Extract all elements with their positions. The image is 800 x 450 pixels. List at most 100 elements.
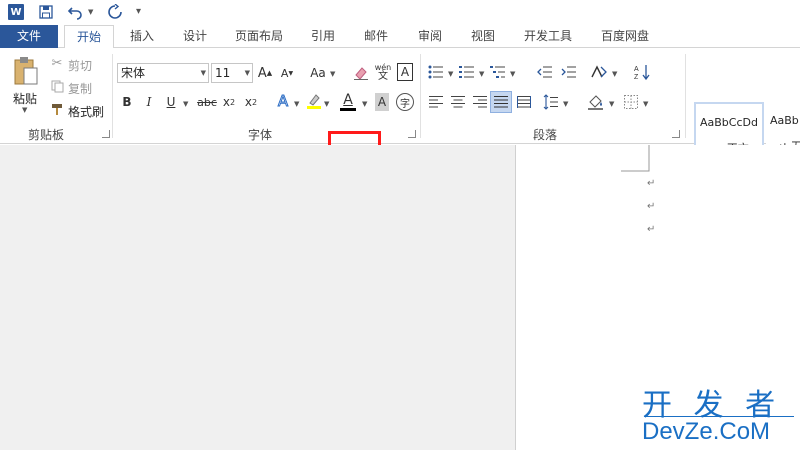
line-spacing-dropdown-icon[interactable]: ▼ <box>563 100 568 108</box>
clipboard-group-label: 剪贴板 <box>28 128 65 142</box>
chinese-layout-icon[interactable] <box>589 62 609 82</box>
increase-indent-icon[interactable] <box>560 63 578 81</box>
group-separator <box>420 54 421 138</box>
tab-developer[interactable]: 开发工具 <box>516 25 580 48</box>
highlight-color-icon[interactable] <box>305 91 323 111</box>
text-effects-letter: A <box>277 92 289 111</box>
undo-dropdown-icon[interactable]: ▼ <box>88 8 93 16</box>
copy-button-label[interactable]: 复制 <box>68 80 92 97</box>
phonetic-guide-icon[interactable]: wén 文 <box>373 61 393 85</box>
tab-insert[interactable]: 插入 <box>121 25 163 48</box>
tab-review[interactable]: 审阅 <box>409 25 451 48</box>
numbering-dropdown-icon[interactable]: ▼ <box>479 70 484 78</box>
bold-letter: B <box>122 95 132 109</box>
watermark-divider <box>644 416 794 417</box>
borders-icon[interactable] <box>622 93 640 111</box>
shrink-font-icon[interactable]: A ▼ <box>279 63 295 83</box>
qat-more-icon[interactable]: ▾ <box>136 6 141 17</box>
decrease-indent-icon[interactable] <box>536 63 554 81</box>
paste-button-label[interactable]: 粘贴 <box>13 90 37 107</box>
font-color-swatch <box>340 108 356 111</box>
quick-access-toolbar: W ▼ ▾ <box>0 0 800 25</box>
character-border-icon[interactable]: A <box>397 63 413 81</box>
text-effects-dropdown-icon[interactable]: ▼ <box>294 100 299 108</box>
watermark: 开 发 者 DevZe.CoM <box>640 380 800 450</box>
clipboard-dialog-launcher[interactable] <box>102 130 110 138</box>
format-painter-label[interactable]: 格式刷 <box>68 103 104 120</box>
strikethrough-button[interactable]: abc <box>196 93 218 111</box>
group-separator <box>685 54 686 138</box>
change-case-label: Aa <box>310 66 326 80</box>
multilevel-dropdown-icon[interactable]: ▼ <box>510 70 515 78</box>
redo-icon[interactable] <box>106 3 124 21</box>
svg-text:A: A <box>634 66 639 73</box>
paragraph-group-label: 段落 <box>533 128 558 142</box>
font-color-dropdown-icon[interactable]: ▼ <box>362 100 367 108</box>
multilevel-list-icon[interactable] <box>489 63 507 81</box>
save-icon[interactable] <box>38 4 54 20</box>
font-name-combo[interactable]: 宋体 ▼ <box>117 63 209 83</box>
bullets-icon[interactable] <box>427 63 445 81</box>
text-effects-icon[interactable]: A <box>274 91 292 111</box>
chinese-layout-dropdown-icon[interactable]: ▼ <box>612 70 617 78</box>
cut-button-label[interactable]: 剪切 <box>68 57 92 74</box>
font-color-icon[interactable]: A <box>338 91 358 113</box>
distributed-icon[interactable] <box>515 93 533 111</box>
justify-icon[interactable] <box>490 91 512 113</box>
tab-design[interactable]: 设计 <box>174 25 216 48</box>
underline-dropdown-icon[interactable]: ▼ <box>183 100 188 108</box>
bullets-dropdown-icon[interactable]: ▼ <box>448 70 453 78</box>
tab-baidu-netdisk[interactable]: 百度网盘 <box>592 25 658 48</box>
superscript-base: x <box>244 95 252 109</box>
style-no-spacing-preview: AaBb <box>770 114 799 127</box>
font-size-combo[interactable]: 11 ▼ <box>211 63 253 83</box>
shading-dropdown-icon[interactable]: ▼ <box>609 100 614 108</box>
paste-dropdown-icon[interactable]: ▼ <box>22 106 27 114</box>
bold-button[interactable]: B <box>119 93 135 111</box>
grow-font-icon[interactable]: A ▲ <box>257 63 273 83</box>
borders-dropdown-icon[interactable]: ▼ <box>643 100 648 108</box>
tab-mailings[interactable]: 邮件 <box>355 25 397 48</box>
grow-font-letter: A <box>257 65 267 81</box>
format-painter-icon[interactable] <box>50 102 64 116</box>
clear-formatting-icon[interactable] <box>352 63 370 83</box>
cut-icon[interactable]: ✂ <box>50 56 64 71</box>
italic-button[interactable]: I <box>141 93 157 111</box>
enclose-characters-icon[interactable]: 字 <box>396 93 414 111</box>
paragraph-shading-icon[interactable] <box>586 91 606 113</box>
paste-icon[interactable] <box>12 56 40 86</box>
tab-references[interactable]: 引用 <box>302 25 344 48</box>
underline-button[interactable]: U <box>163 93 179 111</box>
align-left-icon[interactable] <box>427 93 445 111</box>
subscript-index: 2 <box>230 97 236 107</box>
chevron-down-icon: ▼ <box>244 69 250 77</box>
change-case-dropdown-icon[interactable]: ▼ <box>330 70 335 78</box>
paragraph-mark: ↵ <box>647 201 656 212</box>
font-size-value: 11 <box>215 66 231 80</box>
subscript-button[interactable]: x2 <box>220 93 238 111</box>
tab-file[interactable]: 文件 <box>0 25 58 48</box>
line-spacing-icon[interactable] <box>542 92 560 112</box>
paragraph-dialog-launcher[interactable] <box>672 130 680 138</box>
align-center-icon[interactable] <box>449 93 467 111</box>
copy-icon[interactable] <box>50 79 64 93</box>
undo-icon[interactable] <box>66 3 84 21</box>
tab-view[interactable]: 视图 <box>462 25 504 48</box>
paragraph-mark: ↵ <box>647 178 656 189</box>
superscript-index: 2 <box>252 97 258 107</box>
subscript-base: x <box>222 95 230 109</box>
superscript-button[interactable]: x2 <box>242 93 260 111</box>
numbering-icon[interactable] <box>458 63 476 81</box>
strikethrough-label: abc <box>197 95 217 109</box>
change-case-button[interactable]: Aa <box>307 63 329 83</box>
font-dialog-launcher[interactable] <box>408 130 416 138</box>
phonetic-bottom-text: 文 <box>378 71 388 82</box>
sort-icon[interactable]: AZ <box>632 62 652 82</box>
word-icon[interactable]: W <box>8 4 24 20</box>
character-shading-icon[interactable]: A <box>375 93 389 111</box>
highlight-dropdown-icon[interactable]: ▼ <box>324 100 329 108</box>
align-right-icon[interactable] <box>471 93 489 111</box>
font-name-value: 宋体 <box>121 66 146 80</box>
tab-page-layout[interactable]: 页面布局 <box>228 25 290 48</box>
tab-home[interactable]: 开始 <box>64 25 114 49</box>
